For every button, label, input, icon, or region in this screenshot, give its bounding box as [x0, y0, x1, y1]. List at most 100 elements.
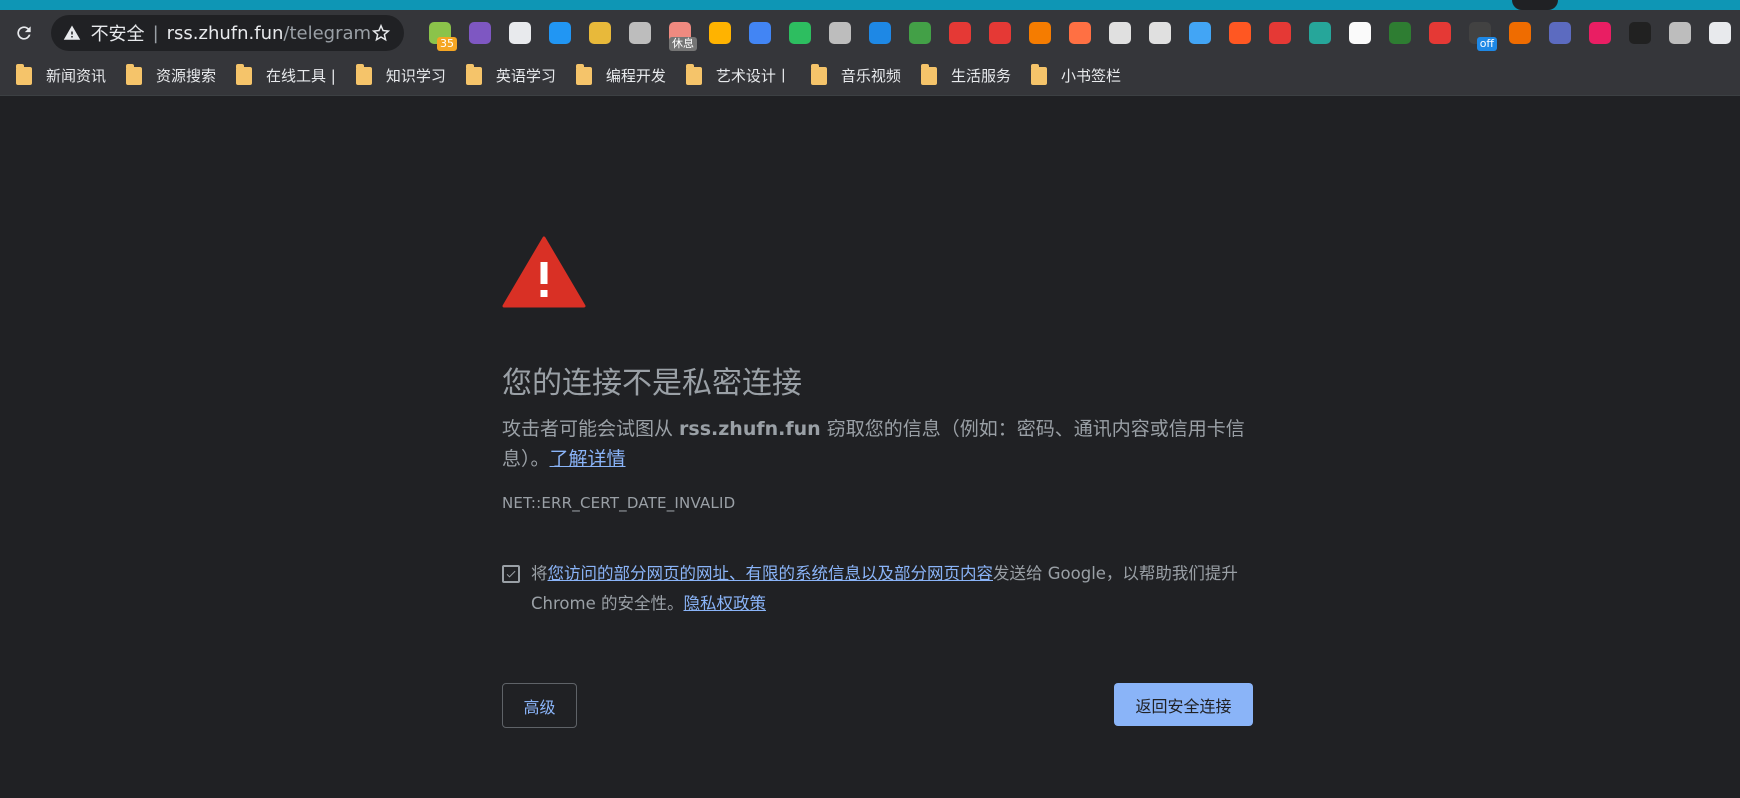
bookmark-folder[interactable]: 在线工具 | [230, 61, 350, 91]
bookmark-folder[interactable]: 小书签栏 [1025, 61, 1135, 91]
extension-button[interactable]: 休息 [660, 13, 700, 53]
bookmark-label: 小书签栏 [1060, 67, 1121, 85]
extension-button[interactable] [1580, 13, 1620, 53]
extension-button[interactable] [980, 13, 1020, 53]
extension-button[interactable] [1140, 13, 1180, 53]
advanced-button[interactable]: 高级 [502, 683, 577, 728]
bookmark-folder[interactable]: 编程开发 [570, 61, 680, 91]
check-circle-icon [709, 22, 731, 44]
extension-button[interactable]: off [1460, 13, 1500, 53]
reload-button[interactable] [10, 18, 39, 48]
extension-button[interactable] [1380, 13, 1420, 53]
extension-button[interactable] [1700, 13, 1740, 53]
folder-icon [465, 63, 482, 85]
gu-icon [1589, 22, 1611, 44]
extension-button[interactable] [1220, 13, 1260, 53]
page-title: 您的连接不是私密连接 [502, 366, 802, 401]
extension-button[interactable] [1660, 13, 1700, 53]
bookmark-label: 音乐视频 [840, 67, 901, 85]
bookmark-label: 资源搜索 [156, 67, 217, 85]
extension-button[interactable] [1500, 13, 1540, 53]
extension-button[interactable] [740, 13, 780, 53]
glasses-icon [1509, 22, 1531, 44]
folder-icon [685, 63, 702, 85]
extension-badge: off [1476, 37, 1497, 51]
browser-toolbar: 不安全 | rss.zhufn.fun/telegram... 35 休息 off [0, 10, 1740, 56]
scissors-icon [509, 22, 531, 44]
extension-button[interactable] [1260, 13, 1300, 53]
bookmark-label: 新闻资讯 [46, 67, 107, 85]
extension-button[interactable] [500, 13, 540, 53]
bookmarks-bar: 新闻资讯 资源搜索 在线工具 | 知识学习 英语学习 编程开发 艺术设计丨 音乐视频 生活服务 小… [0, 56, 1740, 96]
owl-icon [1109, 22, 1131, 44]
report-details-link[interactable]: 您访问的部分网页的网址、有限的系统信息以及部分网页内容 [548, 564, 994, 583]
bookmark-label: 生活服务 [950, 67, 1011, 85]
extension-button[interactable] [1420, 13, 1460, 53]
translate-icon [749, 22, 771, 44]
message-prefix: 攻击者可能会试图从 [502, 418, 680, 440]
error-code[interactable]: NET::ERR_CERT_DATE_INVALID [502, 494, 735, 512]
extension-button[interactable] [1020, 13, 1060, 53]
extension-button[interactable] [1300, 13, 1340, 53]
bookmark-folder[interactable]: 生活服务 [915, 61, 1025, 91]
extension-button[interactable] [1540, 13, 1580, 53]
flash-icon [1269, 22, 1291, 44]
extension-button[interactable] [900, 13, 940, 53]
extension-button[interactable] [580, 13, 620, 53]
folder-icon [810, 63, 827, 85]
bookmark-folder[interactable]: 艺术设计丨 [680, 61, 805, 91]
picture-icon [589, 22, 611, 44]
folder-icon [575, 63, 592, 85]
bookmark-folder[interactable]: 新闻资讯 [10, 61, 120, 91]
folder-icon [920, 63, 937, 85]
medical-cross-icon [949, 22, 971, 44]
extension-button[interactable] [1060, 13, 1100, 53]
warning-icon[interactable] [63, 24, 81, 42]
folder-icon [236, 63, 253, 85]
extension-button[interactable] [1100, 13, 1140, 53]
bookmark-label: 艺术设计丨 [715, 67, 791, 85]
report-checkbox[interactable] [502, 565, 520, 583]
pin-icon [629, 22, 651, 44]
diamond-icon [1189, 22, 1211, 44]
extension-badge: 休息 [669, 37, 697, 51]
extension-badge: 35 [437, 37, 457, 51]
active-tab-notch [1512, 0, 1558, 10]
l-icon [1629, 22, 1651, 44]
extension-button[interactable] [1340, 13, 1380, 53]
security-label[interactable]: 不安全 [91, 20, 145, 46]
extension-button[interactable]: 35 [420, 13, 460, 53]
address-bar[interactable]: 不安全 | rss.zhufn.fun/telegram... [50, 15, 404, 51]
extension-button[interactable] [540, 13, 580, 53]
bookmark-folder[interactable]: 音乐视频 [805, 61, 915, 91]
learn-more-link[interactable]: 了解详情 [550, 448, 626, 470]
extension-button[interactable] [620, 13, 660, 53]
bolt-icon [549, 22, 571, 44]
report-prefix: 将 [531, 564, 548, 583]
main-message: 攻击者可能会试图从 rss.zhufn.fun 窃取您的信息（例如：密码、通讯内… [502, 414, 1247, 474]
extension-button[interactable] [940, 13, 980, 53]
bookmark-folder[interactable]: 资源搜索 [120, 61, 230, 91]
bookmark-star-icon[interactable] [370, 22, 392, 44]
extension-button[interactable] [1180, 13, 1220, 53]
checkmark-icon [506, 570, 516, 578]
bookmark-label: 英语学习 [495, 67, 556, 85]
folder-icon [355, 63, 372, 85]
extension-button[interactable] [460, 13, 500, 53]
bookmark-folder[interactable]: 知识学习 [350, 61, 460, 91]
extension-button[interactable] [780, 13, 820, 53]
extension-button[interactable] [700, 13, 740, 53]
evernote-icon [789, 22, 811, 44]
extension-button[interactable] [820, 13, 860, 53]
purple-cube-icon [469, 22, 491, 44]
i-icon [1349, 22, 1371, 44]
speedometer-icon [1149, 22, 1171, 44]
extension-button[interactable] [1620, 13, 1660, 53]
back-to-safety-button[interactable]: 返回安全连接 [1114, 683, 1253, 726]
bookmark-folder[interactable]: 英语学习 [460, 61, 570, 91]
orange-app-icon [1069, 22, 1091, 44]
url-path: /telegram... [283, 22, 370, 44]
privacy-policy-link[interactable]: 隐私权政策 [683, 594, 766, 613]
url-text[interactable]: rss.zhufn.fun/telegram... [167, 23, 370, 44]
extension-button[interactable] [860, 13, 900, 53]
